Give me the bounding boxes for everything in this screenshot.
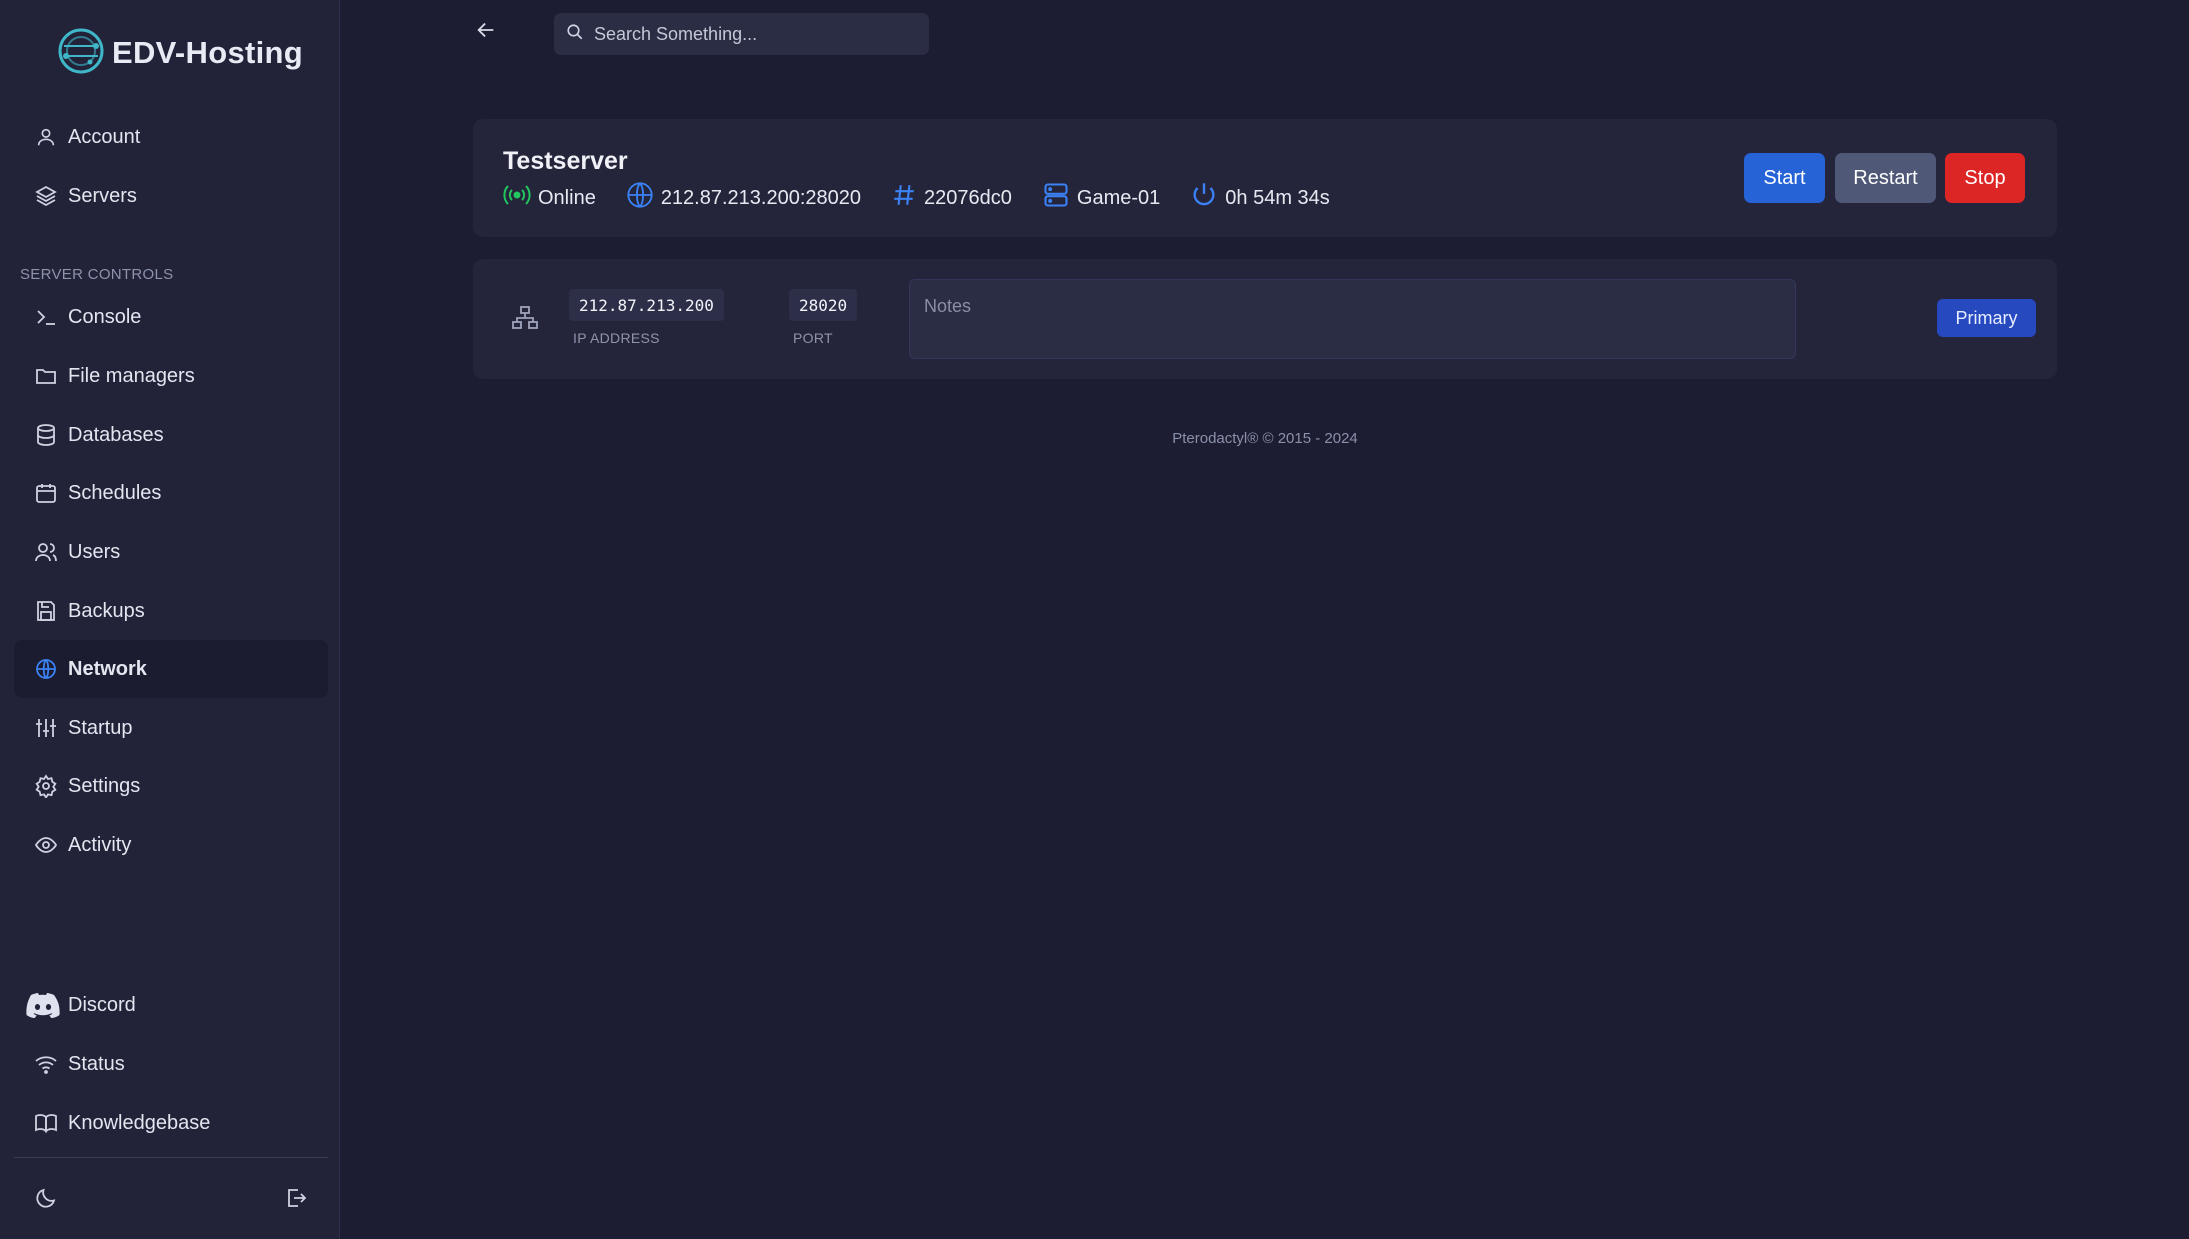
sidebar-item-activity[interactable]: Activity	[14, 816, 328, 874]
sidebar-item-discord[interactable]: Discord	[14, 976, 328, 1034]
discord-icon	[26, 991, 60, 1019]
server-node-text: Game-01	[1076, 186, 1161, 209]
restart-button[interactable]: Restart	[1835, 153, 1936, 203]
layers-icon	[32, 182, 60, 210]
sidebar-item-label: Settings	[68, 774, 141, 797]
globe-icon	[32, 655, 60, 683]
sidebar-item-schedules[interactable]: Schedules	[14, 464, 328, 522]
sidebar-item-users[interactable]: Users	[14, 523, 328, 581]
primary-badge: Primary	[1937, 299, 2036, 337]
sidebar-divider	[14, 1157, 328, 1158]
search-icon	[566, 23, 584, 46]
server-icon	[1042, 181, 1070, 215]
signal-icon	[503, 183, 531, 213]
sidebar-item-label: Console	[68, 305, 142, 328]
sidebar-item-label: Network	[68, 657, 147, 680]
terminal-icon	[32, 303, 60, 331]
server-status-text: Online	[538, 186, 596, 209]
server-node: Game-01	[1042, 181, 1160, 215]
sliders-icon	[32, 714, 60, 742]
server-uptime: 0h 54m 34s	[1190, 181, 1330, 215]
logo-icon	[56, 26, 106, 81]
logout-button[interactable]	[280, 1184, 312, 1216]
sidebar-item-console[interactable]: Console	[14, 288, 328, 346]
section-label-server-controls: SERVER CONTROLS	[20, 266, 174, 283]
sidebar-item-label: Knowledgebase	[68, 1111, 211, 1134]
search-bar[interactable]	[554, 13, 929, 55]
ip-address-value: 212.87.213.200	[569, 289, 724, 321]
sidebar-item-label: Users	[68, 540, 121, 563]
brand-logo[interactable]: EDV-Hosting	[56, 28, 303, 78]
sidebar-item-account[interactable]: Account	[14, 108, 328, 166]
user-icon	[32, 123, 60, 151]
brand-name: EDV-Hosting	[112, 35, 304, 70]
sidebar-item-label: File managers	[68, 364, 195, 387]
sidebar-item-label: Account	[68, 125, 141, 148]
search-input[interactable]	[594, 23, 914, 45]
sidebar-item-label: Schedules	[68, 481, 162, 504]
moon-icon	[34, 1186, 58, 1215]
stop-button[interactable]: Stop	[1945, 153, 2025, 203]
port-label: PORT	[793, 330, 833, 346]
sidebar-item-label: Status	[68, 1052, 125, 1075]
server-info-card: Testserver Online 212.87.213.200:28020 2…	[473, 119, 2057, 237]
footer-copyright: Pterodactyl® © 2015 - 2024	[1172, 430, 1358, 447]
wifi-icon	[32, 1050, 60, 1078]
logout-icon	[284, 1186, 308, 1215]
sidebar-item-label: Servers	[68, 184, 137, 207]
allocation-row: 212.87.213.200 IP ADDRESS 28020 PORT Pri…	[473, 259, 2057, 379]
server-uptime-text: 0h 54m 34s	[1225, 186, 1330, 209]
sidebar-item-label: Backups	[68, 599, 145, 622]
server-name: Testserver	[503, 147, 628, 175]
server-address-text: 212.87.213.200:28020	[660, 186, 862, 209]
sidebar-item-startup[interactable]: Startup	[14, 699, 328, 757]
sidebar-item-network[interactable]: Network	[14, 640, 328, 698]
start-button[interactable]: Start	[1744, 153, 1825, 203]
globe-icon	[626, 181, 654, 215]
sidebar-item-label: Discord	[68, 993, 136, 1016]
server-id: 22076dc0	[891, 182, 1012, 214]
notes-field[interactable]	[909, 279, 1796, 359]
sidebar: EDV-Hosting Account Servers SERVER CONTR…	[0, 0, 340, 1239]
database-icon	[32, 421, 60, 449]
power-icon	[1190, 181, 1218, 215]
theme-toggle-button[interactable]	[30, 1184, 62, 1216]
sidebar-item-status[interactable]: Status	[14, 1035, 328, 1093]
sidebar-item-label: Activity	[68, 833, 132, 856]
sidebar-item-backups[interactable]: Backups	[14, 582, 328, 640]
server-id-text: 22076dc0	[924, 186, 1012, 209]
network-icon	[511, 305, 539, 336]
sidebar-item-settings[interactable]: Settings	[14, 757, 328, 815]
back-button[interactable]	[470, 16, 502, 48]
sidebar-item-databases[interactable]: Databases	[14, 406, 328, 464]
server-stats: Online 212.87.213.200:28020 22076dc0 Gam…	[503, 181, 1330, 215]
book-icon	[32, 1109, 60, 1137]
sidebar-item-label: Databases	[68, 423, 164, 446]
sidebar-item-knowledgebase[interactable]: Knowledgebase	[14, 1094, 328, 1152]
calendar-icon	[32, 479, 60, 507]
users-icon	[32, 538, 60, 566]
arrow-left-icon	[475, 19, 497, 46]
port-value: 28020	[789, 289, 858, 321]
server-address[interactable]: 212.87.213.200:28020	[626, 181, 861, 215]
folder-icon	[32, 362, 60, 390]
sidebar-item-servers[interactable]: Servers	[14, 167, 328, 225]
sidebar-item-file-managers[interactable]: File managers	[14, 347, 328, 405]
hash-icon	[891, 182, 917, 214]
server-status: Online	[503, 183, 596, 213]
gear-icon	[32, 772, 60, 800]
sidebar-item-label: Startup	[68, 716, 133, 739]
eye-icon	[32, 831, 60, 859]
ip-address-label: IP ADDRESS	[573, 330, 660, 346]
save-icon	[32, 597, 60, 625]
